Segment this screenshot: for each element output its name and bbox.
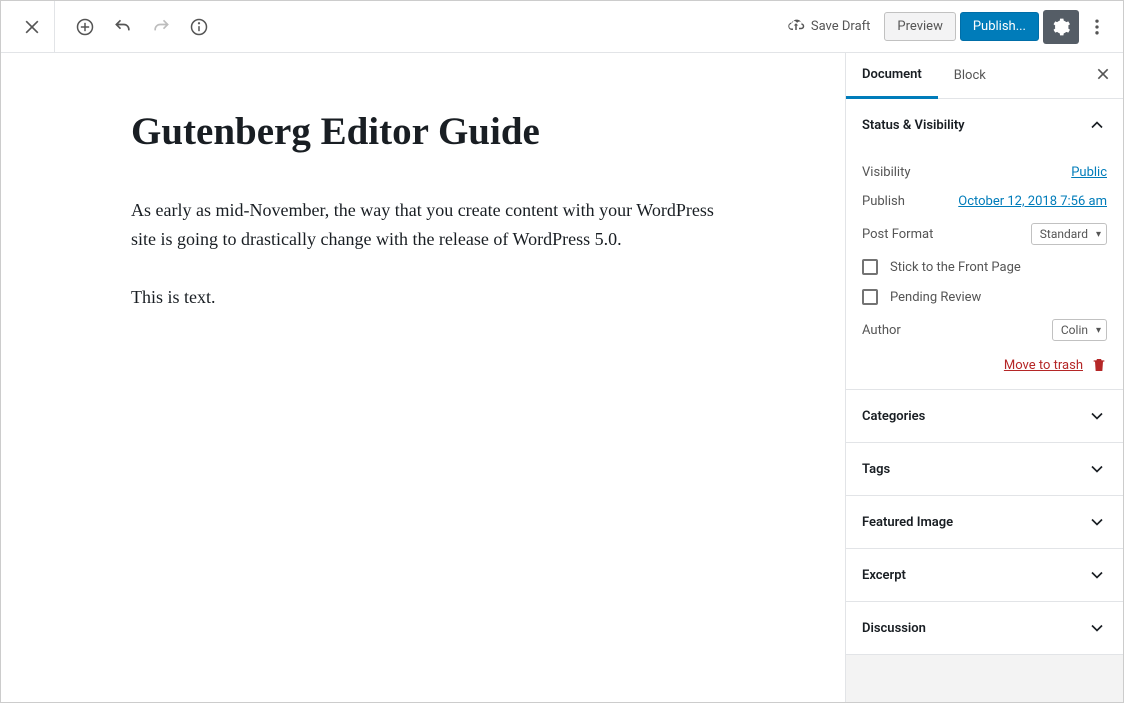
stick-label: Stick to the Front Page xyxy=(890,260,1021,275)
panel-discussion-header[interactable]: Discussion xyxy=(846,602,1123,654)
undo-icon xyxy=(113,17,133,37)
panel-title: Featured Image xyxy=(862,515,953,530)
more-options-button[interactable] xyxy=(1083,10,1111,44)
plus-circle-icon xyxy=(75,17,95,37)
move-to-trash-link[interactable]: Move to trash xyxy=(1004,358,1083,373)
info-button[interactable] xyxy=(181,9,217,45)
panel-title: Status & Visibility xyxy=(862,118,965,133)
chevron-down-icon xyxy=(1087,565,1107,585)
save-draft-button[interactable]: Save Draft xyxy=(777,12,881,42)
panel-categories: Categories xyxy=(846,390,1123,443)
panel-featured-image: Featured Image xyxy=(846,496,1123,549)
post-format-row: Post Format Standard xyxy=(862,223,1107,245)
trash-icon xyxy=(1091,357,1107,373)
publish-label: Publish xyxy=(862,194,905,209)
visibility-value-link[interactable]: Public xyxy=(1071,165,1107,180)
panel-excerpt: Excerpt xyxy=(846,549,1123,602)
panel-title: Tags xyxy=(862,462,890,477)
save-draft-label: Save Draft xyxy=(811,19,871,34)
post-title[interactable]: Gutenberg Editor Guide xyxy=(131,109,731,156)
post-format-select[interactable]: Standard xyxy=(1031,223,1107,245)
pending-review-row: Pending Review xyxy=(862,289,1107,305)
panel-status-header[interactable]: Status & Visibility xyxy=(846,99,1123,151)
dots-vertical-icon xyxy=(1087,17,1107,37)
sidebar: Document Block Status & Visibility Visib… xyxy=(845,53,1123,702)
redo-icon xyxy=(151,17,171,37)
sidebar-empty-space xyxy=(846,655,1123,702)
author-select[interactable]: Colin xyxy=(1052,319,1107,341)
topbar-left xyxy=(9,1,217,53)
chevron-down-icon xyxy=(1087,459,1107,479)
panel-title: Discussion xyxy=(862,621,926,636)
topbar-right: Save Draft Preview Publish... xyxy=(777,10,1115,44)
close-icon xyxy=(22,17,42,37)
panel-status-visibility: Status & Visibility Visibility Public Pu… xyxy=(846,99,1123,390)
chevron-down-icon xyxy=(1087,406,1107,426)
publish-row: Publish October 12, 2018 7:56 am xyxy=(862,194,1107,209)
preview-button[interactable]: Preview xyxy=(884,12,955,41)
chevron-down-icon xyxy=(1087,512,1107,532)
gear-icon xyxy=(1051,17,1071,37)
paragraph-block[interactable]: This is text. xyxy=(131,283,731,312)
cloud-upload-icon xyxy=(787,18,805,36)
topbar: Save Draft Preview Publish... xyxy=(1,1,1123,53)
trash-row: Move to trash xyxy=(862,357,1107,373)
visibility-label: Visibility xyxy=(862,165,911,180)
panel-excerpt-header[interactable]: Excerpt xyxy=(846,549,1123,601)
author-row: Author Colin xyxy=(862,319,1107,341)
panel-status-body: Visibility Public Publish October 12, 20… xyxy=(846,165,1123,389)
panel-title: Excerpt xyxy=(862,568,906,583)
post-format-label: Post Format xyxy=(862,227,933,242)
panel-categories-header[interactable]: Categories xyxy=(846,390,1123,442)
panel-tags: Tags xyxy=(846,443,1123,496)
editor-area[interactable]: Gutenberg Editor Guide As early as mid-N… xyxy=(1,53,845,702)
tab-block[interactable]: Block xyxy=(938,54,1002,97)
author-label: Author xyxy=(862,323,901,338)
panel-featured-image-header[interactable]: Featured Image xyxy=(846,496,1123,548)
close-editor-button[interactable] xyxy=(9,1,55,53)
editor-content: Gutenberg Editor Guide As early as mid-N… xyxy=(131,109,731,312)
tab-document[interactable]: Document xyxy=(846,53,938,99)
stick-checkbox[interactable] xyxy=(862,259,878,275)
panel-tags-header[interactable]: Tags xyxy=(846,443,1123,495)
paragraph-block[interactable]: As early as mid-November, the way that y… xyxy=(131,196,731,254)
visibility-row: Visibility Public xyxy=(862,165,1107,180)
close-icon xyxy=(1095,66,1111,82)
main: Gutenberg Editor Guide As early as mid-N… xyxy=(1,53,1123,702)
pending-label: Pending Review xyxy=(890,290,981,305)
panel-discussion: Discussion xyxy=(846,602,1123,655)
toolbar-group xyxy=(55,9,217,45)
chevron-up-icon xyxy=(1087,115,1107,135)
redo-button xyxy=(143,9,179,45)
sidebar-tabs: Document Block xyxy=(846,53,1123,99)
sidebar-close-button[interactable] xyxy=(1083,54,1123,98)
publish-button[interactable]: Publish... xyxy=(960,12,1039,41)
undo-button[interactable] xyxy=(105,9,141,45)
settings-button[interactable] xyxy=(1043,10,1079,44)
info-icon xyxy=(189,17,209,37)
pending-checkbox[interactable] xyxy=(862,289,878,305)
publish-date-link[interactable]: October 12, 2018 7:56 am xyxy=(958,194,1107,209)
panel-title: Categories xyxy=(862,409,925,424)
stick-front-page-row: Stick to the Front Page xyxy=(862,259,1107,275)
chevron-down-icon xyxy=(1087,618,1107,638)
add-block-button[interactable] xyxy=(67,9,103,45)
